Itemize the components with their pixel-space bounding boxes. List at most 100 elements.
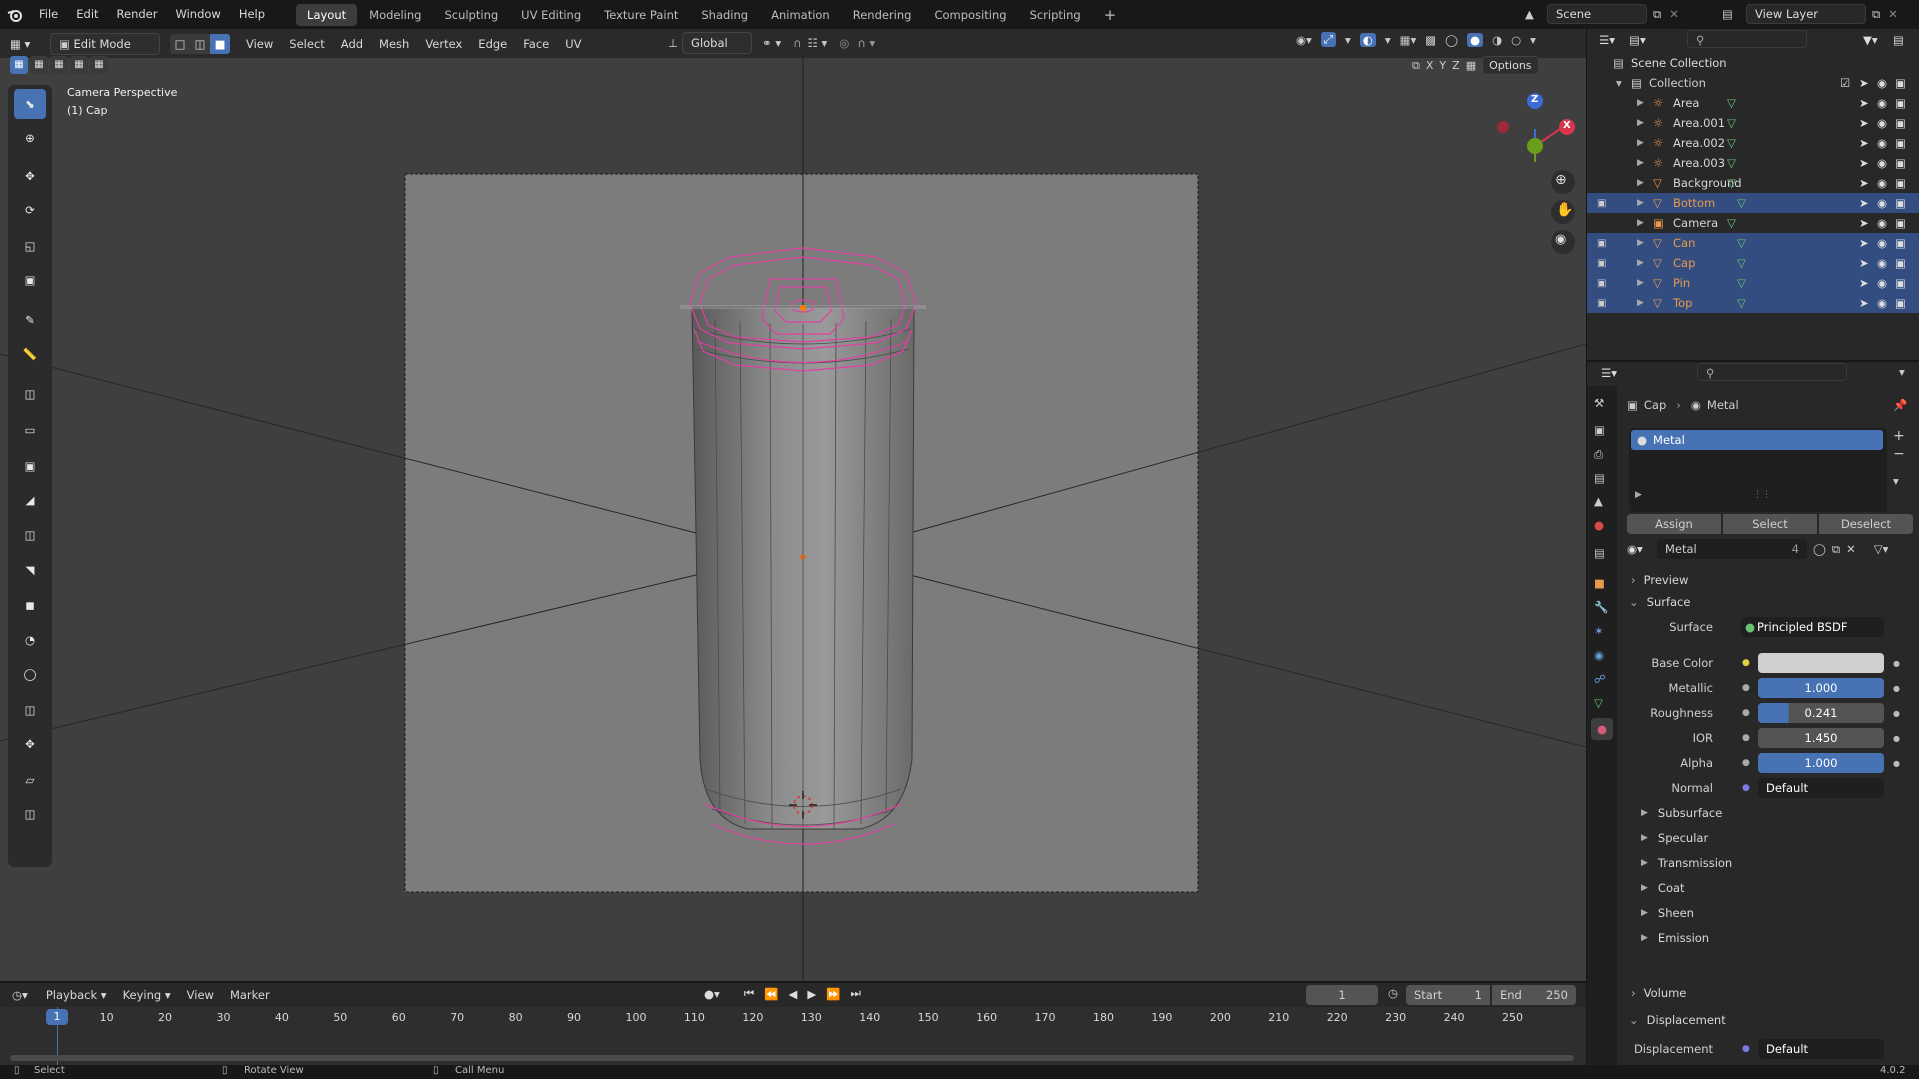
render-camera-icon[interactable]: ▣ [1895, 296, 1906, 310]
selectable-icon[interactable]: ➤ [1859, 176, 1869, 190]
rotate-tool-icon[interactable]: ⟳ [14, 195, 46, 225]
tab-rendering[interactable]: Rendering [842, 4, 923, 26]
browse-material-icon[interactable]: ◉▾ [1627, 542, 1657, 556]
object-data-icon[interactable]: ▽ [1737, 196, 1746, 210]
measure-tool-icon[interactable]: 📏 [14, 339, 46, 369]
eye-icon[interactable]: ◉ [1877, 156, 1887, 170]
eye-icon[interactable]: ◉ [1877, 196, 1887, 210]
record-icon[interactable]: ●▾ [704, 987, 720, 1001]
expand-arrow-icon[interactable]: ▶ [1637, 98, 1644, 108]
bevel-tool-icon[interactable]: ◢ [14, 485, 46, 515]
eye-icon[interactable]: ◉ [1877, 296, 1887, 310]
value-socket-icon[interactable]: ● [1742, 708, 1750, 718]
select-box-icon[interactable]: ⬊ [14, 89, 46, 119]
object-data-icon[interactable]: ▽ [1727, 116, 1736, 130]
expand-arrow-icon[interactable]: ▶ [1637, 278, 1644, 288]
keyframe-dot-icon[interactable]: ● [1893, 759, 1900, 768]
render-camera-icon[interactable]: ▣ [1895, 96, 1906, 110]
volume-panel-header[interactable]: › Volume [1587, 982, 1917, 1004]
render-camera-icon[interactable]: ▣ [1895, 76, 1906, 90]
cursor-tool-icon[interactable]: ⊕ [14, 123, 46, 153]
annotate-tool-icon[interactable]: ✎ [14, 305, 46, 335]
tab-layout[interactable]: Layout [296, 3, 358, 26]
subpanel-header[interactable]: ▶ Transmission [1587, 852, 1917, 874]
transform-tool-icon[interactable]: ▣ [14, 265, 46, 295]
expand-arrow-icon[interactable]: ▶ [1637, 178, 1644, 188]
edit-mode-indicator-icon[interactable]: ▣ [1597, 278, 1606, 289]
menu-timeline-view[interactable]: View [179, 984, 222, 1006]
object-data-icon[interactable]: ▽ [1727, 96, 1736, 110]
outliner-item-row[interactable]: ▶ ☼ Area ▽ ➤ ◉ ▣ [1587, 93, 1919, 113]
move-tool-icon[interactable]: ✥ [14, 161, 46, 191]
exclude-checkbox-icon[interactable]: ☑ [1840, 76, 1850, 90]
filter-icon[interactable]: ▼▾ [1863, 33, 1878, 47]
tab-shading[interactable]: Shading [690, 4, 759, 26]
render-camera-icon[interactable]: ▣ [1895, 136, 1906, 150]
unlink-material-icon[interactable]: ✕ [1846, 542, 1856, 556]
selectable-icon[interactable]: ➤ [1859, 276, 1869, 290]
outliner-item-row[interactable]: ▶ ☼ Area.003 ▽ ➤ ◉ ▣ [1587, 153, 1919, 173]
object-data-icon[interactable]: ▽ [1727, 156, 1736, 170]
outliner-item-row[interactable]: ▶ ▽ Background ▽ ➤ ◉ ▣ [1587, 173, 1919, 193]
expand-arrow-icon[interactable]: ▶ [1637, 218, 1644, 228]
gizmo-x-label[interactable]: X [1563, 120, 1571, 131]
selectable-icon[interactable]: ➤ [1859, 76, 1869, 90]
expand-arrow-icon[interactable]: ▶ [1637, 118, 1644, 128]
expand-arrow-icon[interactable]: ▾ [1616, 76, 1622, 90]
play-icon[interactable]: ▶ [807, 987, 816, 1001]
collection-row[interactable]: ▾ ▤ Collection ☑ ➤ ◉ ▣ [1587, 73, 1919, 93]
menu-edit[interactable]: Edit [67, 0, 107, 29]
value-socket-icon[interactable]: ● [1742, 758, 1750, 768]
add-slot-icon[interactable]: + [1893, 428, 1905, 444]
outliner-item-row[interactable]: ▣ ▶ ▽ Cap ▽ ➤ ◉ ▣ [1587, 253, 1919, 273]
smooth-tool-icon[interactable]: ◯ [14, 659, 46, 689]
menu-render[interactable]: Render [108, 0, 167, 29]
pin-icon[interactable]: 📌 [1893, 398, 1907, 412]
outliner-search-input[interactable]: ⚲ [1687, 30, 1807, 48]
start-frame-field[interactable]: Start 1 [1406, 985, 1490, 1005]
loop-cut-tool-icon[interactable]: ◫ [14, 520, 46, 550]
spin-tool-icon[interactable]: ◔ [14, 625, 46, 655]
tab-modeling[interactable]: Modeling [358, 4, 432, 26]
tool-tab-icon[interactable]: ⚒ [1594, 396, 1604, 410]
outliner-item-row[interactable]: ▶ ▣ Camera ▽ ➤ ◉ ▣ [1587, 213, 1919, 233]
surface-shader-field[interactable]: ● Principled BSDF [1741, 617, 1884, 637]
prev-keyframe-icon[interactable]: ⏪ [764, 987, 778, 1001]
object-data-icon[interactable]: ▽ [1727, 216, 1736, 230]
tab-animation[interactable]: Animation [760, 4, 841, 26]
base-color-swatch[interactable] [1758, 653, 1884, 673]
outliner-editor-icon[interactable]: ☰▾ [1599, 33, 1615, 47]
value-socket-icon[interactable]: ● [1742, 683, 1750, 693]
select-button[interactable]: Select [1723, 514, 1817, 534]
playhead-frame[interactable]: 1 [46, 1009, 68, 1025]
subpanel-header[interactable]: ▶ Emission [1587, 927, 1917, 949]
preview-range-icon[interactable]: ◷ [1388, 986, 1398, 1000]
expand-arrow-icon[interactable]: ▶ [1637, 138, 1644, 148]
tab-sculpting[interactable]: Sculpting [433, 4, 509, 26]
surface-panel-header[interactable]: ⌄ Surface [1587, 591, 1917, 613]
properties-editor-icon[interactable]: ☰▾ [1601, 366, 1617, 380]
render-camera-icon[interactable]: ▣ [1895, 236, 1906, 250]
eye-icon[interactable]: ◉ [1877, 76, 1887, 90]
scale-tool-icon[interactable]: ◱ [14, 231, 46, 261]
world-tab-icon[interactable]: ● [1594, 518, 1604, 532]
outliner-item-row[interactable]: ▣ ▶ ▽ Bottom ▽ ➤ ◉ ▣ [1587, 193, 1919, 213]
expand-arrow-icon[interactable]: ▶ [1637, 198, 1644, 208]
outliner-item-row[interactable]: ▶ ☼ Area.001 ▽ ➤ ◉ ▣ [1587, 113, 1919, 133]
camera-icon[interactable]: ◉ [1555, 232, 1566, 247]
tab-uv-editing[interactable]: UV Editing [510, 4, 592, 26]
menu-window[interactable]: Window [166, 0, 229, 29]
tab-compositing[interactable]: Compositing [923, 4, 1017, 26]
selectable-icon[interactable]: ➤ [1859, 96, 1869, 110]
view-layer-tab-icon[interactable]: ▤ [1594, 471, 1605, 485]
scene-collection-row[interactable]: ▤ Scene Collection [1587, 53, 1919, 73]
duplicate-material-icon[interactable]: ⧉ [1832, 542, 1840, 557]
current-frame-field[interactable]: 1 [1306, 985, 1378, 1005]
color-socket-icon[interactable]: ● [1742, 658, 1750, 668]
play-reverse-icon[interactable]: ◀ [789, 987, 798, 1001]
alpha-slider[interactable]: 1.000 [1758, 753, 1884, 773]
render-camera-icon[interactable]: ▣ [1895, 256, 1906, 270]
edit-mode-indicator-icon[interactable]: ▣ [1597, 238, 1606, 249]
timeline-scrollbar[interactable] [10, 1055, 1574, 1061]
object-data-icon[interactable]: ▽ [1737, 296, 1746, 310]
